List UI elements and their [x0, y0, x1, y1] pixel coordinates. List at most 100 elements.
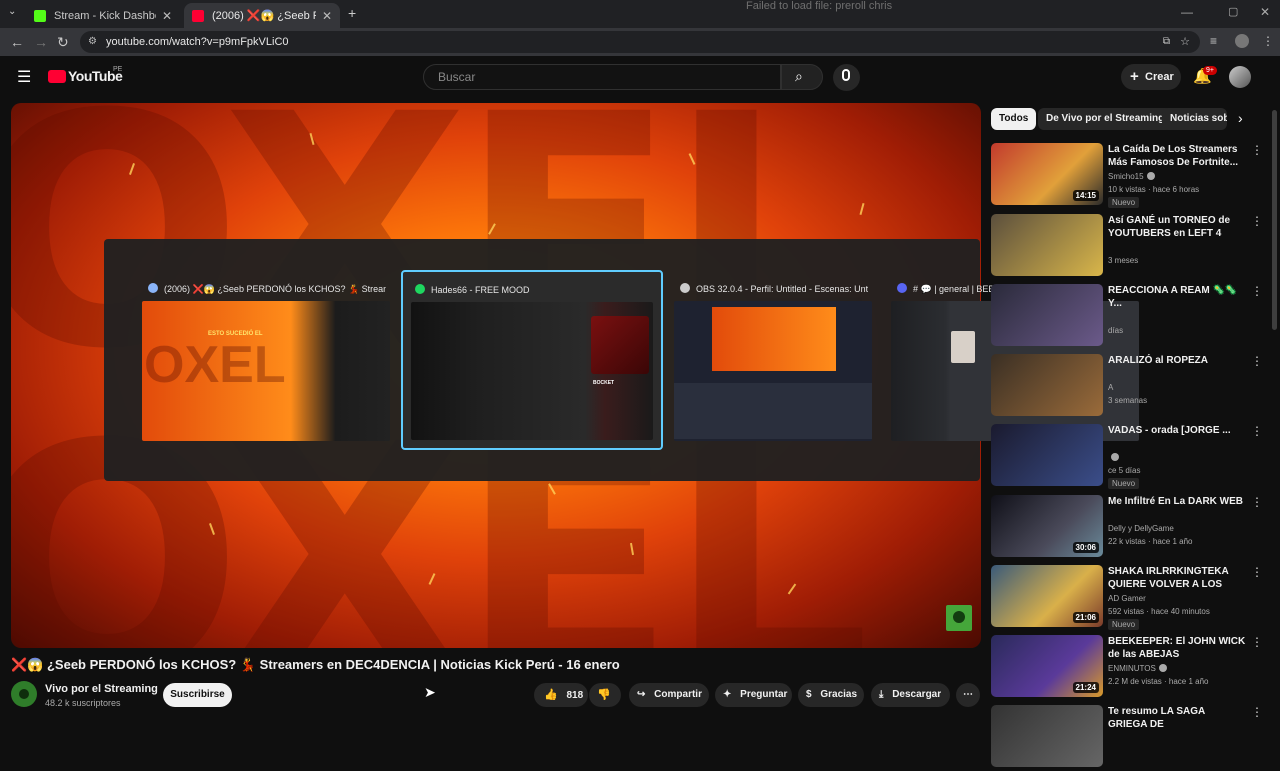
- recommendation-item[interactable]: ARALIZÓ al ROPEZA A 3 semanas ⋮: [991, 354, 1264, 420]
- recommendation-item[interactable]: 30:06 Me Infiltré En La DARK WEB Delly y D…: [991, 495, 1264, 561]
- tab-title: Stream - Kick Dashboard: [54, 9, 156, 22]
- forward-icon[interactable]: →: [34, 34, 48, 50]
- recommendation-channel[interactable]: Delly y DellyGame: [1108, 524, 1174, 533]
- recommendation-title[interactable]: ARALIZÓ al ROPEZA: [1108, 354, 1246, 367]
- new-badge: Nuevo: [1108, 619, 1140, 630]
- verified-icon: [1158, 664, 1167, 672]
- channel-name[interactable]: Vivo por el Streaming: [45, 683, 158, 695]
- channel-avatar[interactable]: [11, 681, 37, 707]
- search-input[interactable]: Buscar: [423, 64, 781, 90]
- recommendation-item[interactable]: VADAS - orada [JORGE ... ce 5 días Nuevo ⋮: [991, 424, 1264, 490]
- download-button[interactable]: ⤓ Descargar: [871, 683, 950, 707]
- recommendation-meta: días: [1108, 326, 1124, 335]
- sparkle-icon: ✦: [723, 689, 732, 700]
- video-thumbnail[interactable]: 21:24: [991, 635, 1103, 697]
- more-icon: ⋯: [963, 689, 973, 700]
- media-icon[interactable]: ≡: [1210, 34, 1217, 48]
- close-icon[interactable]: ✕: [322, 9, 332, 23]
- video-thumbnail[interactable]: 30:06: [991, 495, 1103, 557]
- recommendation-title[interactable]: Así GANÉ un TORNEO de YOUTUBERS en LEFT …: [1108, 214, 1246, 240]
- chip-news[interactable]: Noticias sobre: [1162, 108, 1227, 130]
- bookmark-icon[interactable]: ☆: [1180, 31, 1190, 53]
- close-icon[interactable]: ✕: [162, 9, 172, 23]
- more-vert-icon[interactable]: ⋮: [1251, 424, 1263, 438]
- recommendation-channel[interactable]: [1108, 453, 1119, 462]
- notification-badge: 9+: [1203, 66, 1217, 75]
- more-vert-icon[interactable]: ⋮: [1251, 284, 1263, 298]
- window-title: OBS 32.0.4 - Perfil: Untitled - Escenas:…: [696, 284, 868, 294]
- switcher-window-spotify[interactable]: Hades66 - FREE MOOD BOCKET: [401, 270, 663, 450]
- recommendation-item[interactable]: 21:24 BEEKEEPER: El JOHN WICK de las ABEJ…: [991, 635, 1264, 701]
- tab-kick-dashboard[interactable]: Stream - Kick Dashboard ✕: [26, 3, 180, 28]
- video-thumbnail[interactable]: [991, 424, 1103, 486]
- tab-search-icon[interactable]: ⌄: [8, 6, 16, 17]
- back-icon[interactable]: ←: [10, 34, 24, 50]
- more-vert-icon[interactable]: ⋮: [1251, 705, 1263, 719]
- recommendation-title[interactable]: Me Infiltré En La DARK WEB: [1108, 495, 1246, 508]
- recommendation-channel[interactable]: Smicho15: [1108, 172, 1155, 181]
- video-thumbnail[interactable]: [991, 705, 1103, 767]
- window-thumbnail: ESTO SUCEDIÓ EL OXEL: [142, 301, 390, 441]
- more-vert-icon[interactable]: ⋮: [1251, 565, 1263, 579]
- recommendation-item[interactable]: REACCIONA A REAM 🦠🦠 Y... días ⋮: [991, 284, 1264, 350]
- reload-icon[interactable]: ↻: [57, 34, 69, 51]
- tab-youtube[interactable]: (2006) ❌😱 ¿Seeb PERDONÓ ✕: [184, 3, 340, 28]
- more-vert-icon[interactable]: ⋮: [1251, 354, 1263, 368]
- video-thumbnail[interactable]: 14:15: [991, 143, 1103, 205]
- thanks-button[interactable]: $ Gracias: [798, 683, 864, 707]
- url-field[interactable]: ⚙ youtube.com/watch?v=p9mFpkVLiC0 ⧉ ☆: [80, 31, 1200, 53]
- site-info-icon[interactable]: ⚙: [88, 31, 97, 53]
- channel-name: Delly y DellyGame: [1108, 524, 1174, 533]
- chevron-right-icon[interactable]: ›: [1238, 110, 1243, 126]
- recommendation-title[interactable]: La Caída De Los Streamers Más Famosos De…: [1108, 143, 1246, 169]
- dislike-button[interactable]: 👎: [589, 683, 621, 707]
- window-close-icon[interactable]: ✕: [1260, 5, 1270, 19]
- share-button[interactable]: ↪ Compartir: [629, 683, 709, 707]
- recommendation-title[interactable]: BEEKEEPER: El JOHN WICK de las ABEJAS: [1108, 635, 1246, 661]
- search-button[interactable]: ⌕: [781, 64, 823, 90]
- ask-button[interactable]: ✦ Preguntar: [715, 683, 792, 707]
- video-thumbnail[interactable]: [991, 214, 1103, 276]
- more-vert-icon[interactable]: ⋮: [1251, 635, 1263, 649]
- video-thumbnail[interactable]: [991, 284, 1103, 346]
- video-thumbnail[interactable]: [991, 354, 1103, 416]
- create-button[interactable]: + Crear: [1121, 64, 1181, 90]
- more-actions-button[interactable]: ⋯: [956, 683, 980, 707]
- maximize-icon[interactable]: ▢: [1228, 5, 1238, 18]
- recommendation-title[interactable]: SHAKA IRLRRKINGTEKA QUIERE VOLVER A LOS …: [1108, 565, 1246, 591]
- recommendation-channel[interactable]: ENMINUTOS: [1108, 664, 1167, 673]
- video-thumbnail[interactable]: 21:06: [991, 565, 1103, 627]
- profile-avatar[interactable]: [1235, 34, 1249, 48]
- more-vert-icon[interactable]: ⋮: [1251, 143, 1263, 157]
- recommendation-title[interactable]: REACCIONA A REAM 🦠🦠 Y...: [1108, 284, 1246, 310]
- menu-icon[interactable]: ⋮: [1262, 34, 1274, 48]
- duration-badge: 21:24: [1072, 682, 1099, 693]
- recommendation-item[interactable]: Te resumo LA SAGA GRIEGA DE ⋮: [991, 705, 1264, 771]
- account-avatar[interactable]: [1229, 66, 1251, 88]
- chip-channel[interactable]: De Vivo por el Streaming: [1038, 108, 1173, 130]
- install-icon[interactable]: ⧉: [1163, 31, 1170, 53]
- recommendation-channel[interactable]: AD Gamer: [1108, 594, 1146, 603]
- more-vert-icon[interactable]: ⋮: [1251, 214, 1263, 228]
- channel-name: Smicho15: [1108, 172, 1144, 181]
- recommendation-title[interactable]: Te resumo LA SAGA GRIEGA DE: [1108, 705, 1246, 731]
- new-tab-icon[interactable]: +: [348, 5, 356, 21]
- channel-watermark[interactable]: [946, 605, 972, 631]
- switcher-window-chrome[interactable]: (2006) ❌😱 ¿Seeb PERDONÓ los KCHOS? 💃 Str…: [140, 277, 392, 443]
- subscribe-button[interactable]: Suscribirse: [163, 683, 232, 707]
- recommendation-title[interactable]: VADAS - orada [JORGE ...: [1108, 424, 1246, 437]
- hamburger-icon[interactable]: ☰: [17, 67, 31, 87]
- minimize-icon[interactable]: —: [1181, 5, 1193, 19]
- voice-search-button[interactable]: [833, 64, 860, 91]
- more-vert-icon[interactable]: ⋮: [1251, 495, 1263, 509]
- recommendation-channel[interactable]: A: [1108, 383, 1113, 392]
- scrollbar[interactable]: [1272, 110, 1277, 330]
- switcher-window-obs[interactable]: OBS 32.0.4 - Perfil: Untitled - Escenas:…: [672, 277, 874, 443]
- like-button[interactable]: 👍 818: [534, 683, 588, 707]
- chip-todos[interactable]: Todos: [991, 108, 1037, 130]
- recommendation-item[interactable]: 21:06 SHAKA IRLRRKINGTEKA QUIERE VOLVER A…: [991, 565, 1264, 631]
- window-title: (2006) ❌😱 ¿Seeb PERDONÓ los KCHOS? 💃 Str…: [164, 284, 386, 294]
- youtube-logo-icon[interactable]: [48, 70, 66, 83]
- recommendation-item[interactable]: Así GANÉ un TORNEO de YOUTUBERS en LEFT …: [991, 214, 1264, 280]
- recommendation-item[interactable]: 14:15 La Caída De Los Streamers Más Famos…: [991, 143, 1264, 209]
